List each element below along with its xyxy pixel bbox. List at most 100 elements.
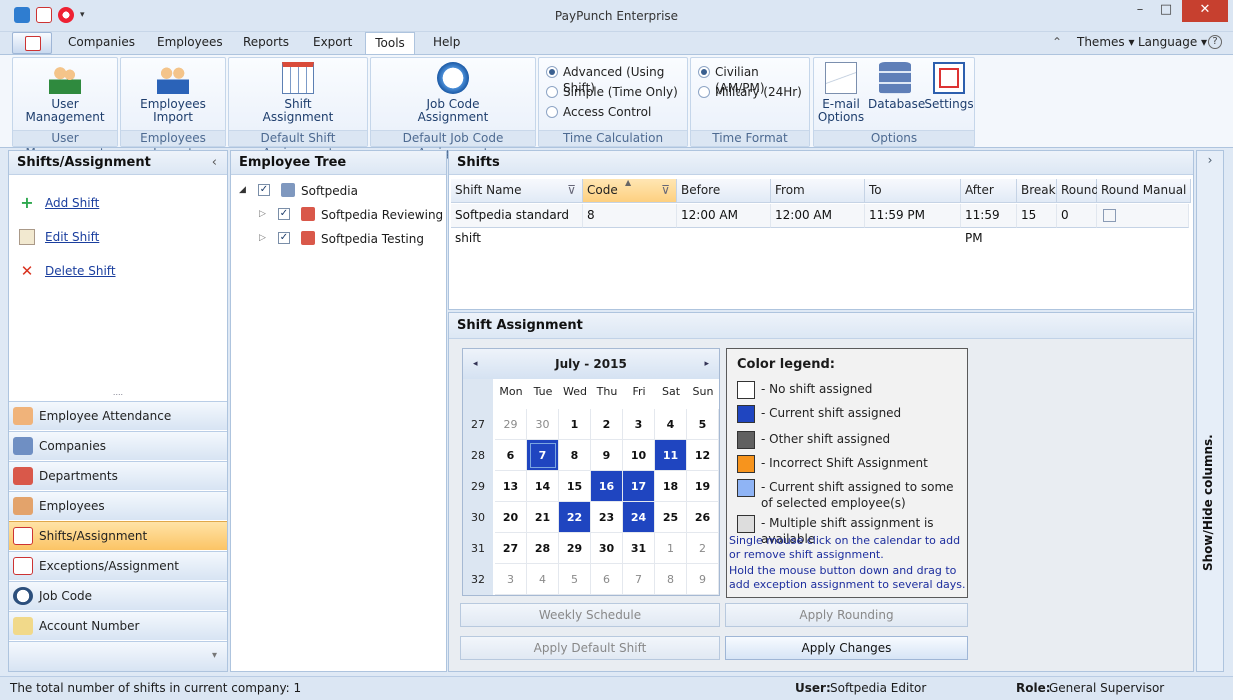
columns-strip[interactable]: › Show/Hide columns.: [1196, 150, 1224, 672]
calendar-day[interactable]: 9: [687, 564, 719, 595]
language-menu[interactable]: Language ▾: [1132, 32, 1213, 54]
calendar-day[interactable]: 2: [687, 533, 719, 564]
next-month-icon[interactable]: ▸: [704, 349, 709, 379]
radio-simple[interactable]: Simple (Time Only): [545, 84, 678, 100]
nav-employee-attendance[interactable]: Employee Attendance: [9, 401, 227, 430]
tab-employees[interactable]: Employees: [151, 32, 229, 54]
apply-changes-button[interactable]: Apply Changes: [725, 636, 968, 660]
column-code[interactable]: Code ▲ ⊽: [583, 178, 677, 203]
cell-before[interactable]: 12:00 AM: [677, 204, 771, 228]
apply-default-shift-button[interactable]: Apply Default Shift: [460, 636, 720, 660]
tree-root-label[interactable]: Softpedia: [301, 184, 358, 198]
minimize-icon[interactable]: –: [1128, 0, 1152, 22]
column-from[interactable]: From: [771, 179, 865, 203]
close-icon[interactable]: ✕: [1182, 0, 1228, 22]
weekly-schedule-button[interactable]: Weekly Schedule: [460, 603, 720, 627]
calendar-day[interactable]: 14: [527, 471, 559, 502]
calendar-day[interactable]: 30: [527, 409, 559, 440]
tree-expander-icon[interactable]: ◢: [239, 185, 246, 195]
radio-civilian[interactable]: Civilian (AM/PM): [697, 64, 809, 95]
calendar-day[interactable]: 3: [495, 564, 527, 595]
calendar-day[interactable]: 4: [527, 564, 559, 595]
calendar-day[interactable]: 16: [591, 471, 623, 502]
calendar-day[interactable]: 23: [591, 502, 623, 533]
calendar-day[interactable]: 30: [591, 533, 623, 564]
nav-departments[interactable]: Departments: [9, 461, 227, 490]
radio-access-control[interactable]: Access Control: [545, 104, 651, 120]
nav-exceptions-assignment[interactable]: Exceptions/Assignment: [9, 551, 227, 580]
calendar-day[interactable]: 29: [559, 533, 591, 564]
cell-after[interactable]: 11:59 PM: [961, 204, 1017, 245]
shift-assignment-button[interactable]: Shift Assignment: [229, 62, 367, 124]
column-to[interactable]: To: [865, 179, 961, 203]
tree-child-label[interactable]: Softpedia Reviewing: [321, 208, 443, 222]
calendar-day[interactable]: 28: [527, 533, 559, 564]
nav-overflow[interactable]: ▾: [9, 641, 227, 671]
calendar-day[interactable]: 6: [591, 564, 623, 595]
calendar-day[interactable]: 22: [559, 502, 591, 533]
info-icon[interactable]: ?: [1208, 35, 1222, 49]
calendar-day[interactable]: 31: [623, 533, 655, 564]
calendar-day[interactable]: 13: [495, 471, 527, 502]
calendar-day[interactable]: 4: [655, 409, 687, 440]
delete-shift-link[interactable]: Delete Shift: [45, 264, 116, 278]
calendar-day[interactable]: 7: [527, 440, 559, 471]
calendar-day[interactable]: 20: [495, 502, 527, 533]
nav-employees[interactable]: Employees: [9, 491, 227, 520]
tree-child-label[interactable]: Softpedia Testing: [321, 232, 424, 246]
cell-code[interactable]: 8: [583, 204, 677, 228]
calendar-day[interactable]: 21: [527, 502, 559, 533]
nav-job-code[interactable]: Job Code: [9, 581, 227, 610]
tab-companies[interactable]: Companies: [62, 32, 141, 54]
collapse-left-icon[interactable]: ‹: [212, 151, 217, 174]
filter-icon[interactable]: ⊽: [567, 179, 576, 202]
calendar-day[interactable]: 7: [623, 564, 655, 595]
expand-right-icon[interactable]: ›: [1197, 153, 1223, 167]
tree-root-checkbox[interactable]: ✓: [258, 184, 270, 196]
tree-expander-icon[interactable]: ▷: [259, 209, 266, 219]
calendar-day[interactable]: 27: [495, 533, 527, 564]
user-management-button[interactable]: User Management: [13, 62, 117, 124]
calendar-day[interactable]: 10: [623, 440, 655, 471]
calendar-day[interactable]: 11: [655, 440, 687, 471]
calendar-month[interactable]: July - 2015: [555, 357, 627, 371]
prev-month-icon[interactable]: ◂: [473, 349, 478, 379]
nav-account-number[interactable]: Account Number: [9, 611, 227, 640]
calendar-day[interactable]: 15: [559, 471, 591, 502]
calendar-day[interactable]: 6: [495, 440, 527, 471]
tab-export[interactable]: Export: [307, 32, 358, 54]
tree-child-checkbox[interactable]: ✓: [278, 208, 290, 220]
cell-shift-name[interactable]: Softpedia standard shift: [451, 204, 583, 245]
calendar-day[interactable]: 19: [687, 471, 719, 502]
filter-icon[interactable]: ⊽: [661, 179, 670, 202]
calendar-day[interactable]: 18: [655, 471, 687, 502]
calendar-day[interactable]: 17: [623, 471, 655, 502]
calendar-day[interactable]: 1: [559, 409, 591, 440]
calendar-day[interactable]: 24: [623, 502, 655, 533]
add-shift-link[interactable]: Add Shift: [45, 196, 99, 210]
edit-shift-link[interactable]: Edit Shift: [45, 230, 99, 244]
column-round-manual[interactable]: Round Manual: [1097, 179, 1191, 203]
tab-tools[interactable]: Tools: [365, 32, 415, 55]
nav-companies[interactable]: Companies: [9, 431, 227, 460]
calendar-day[interactable]: 9: [591, 440, 623, 471]
cell-from[interactable]: 12:00 AM: [771, 204, 865, 228]
themes-menu[interactable]: Themes ▾: [1071, 32, 1141, 54]
cell-to[interactable]: 11:59 PM: [865, 204, 961, 228]
radio-advanced[interactable]: Advanced (Using Shift): [545, 64, 687, 95]
radio-military[interactable]: Military (24Hr): [697, 84, 802, 100]
calendar-day[interactable]: 29: [495, 409, 527, 440]
database-button[interactable]: Database: [868, 62, 925, 111]
collapse-ribbon-icon[interactable]: ⌃: [1052, 35, 1062, 49]
employees-import-button[interactable]: Employees Import: [121, 62, 225, 124]
calendar-day[interactable]: 26: [687, 502, 719, 533]
cell-round-manual[interactable]: [1097, 204, 1189, 228]
calendar-day[interactable]: 5: [559, 564, 591, 595]
cell-round[interactable]: 0: [1057, 204, 1097, 228]
column-after[interactable]: After: [961, 179, 1017, 203]
tab-reports[interactable]: Reports: [237, 32, 295, 54]
calendar-day[interactable]: 1: [655, 533, 687, 564]
splitter-handle[interactable]: ....: [9, 389, 227, 397]
calendar-day[interactable]: 8: [655, 564, 687, 595]
apply-rounding-button[interactable]: Apply Rounding: [725, 603, 968, 627]
